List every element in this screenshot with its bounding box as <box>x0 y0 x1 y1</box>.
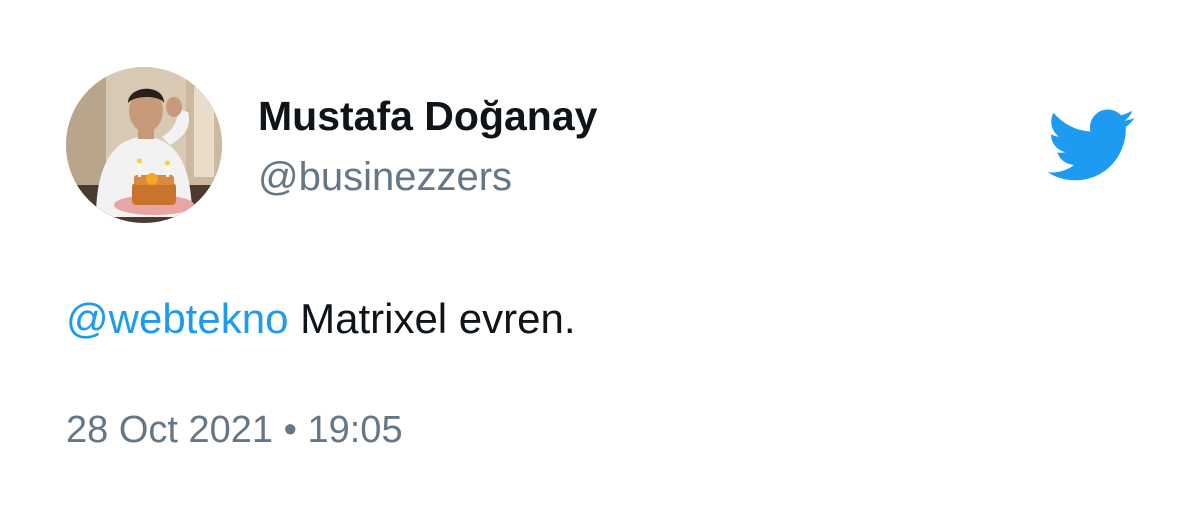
tweet-text: @webtekno Matrixel evren. <box>66 293 576 345</box>
avatar[interactable] <box>66 67 222 223</box>
tweet-date: 28 Oct 2021 <box>66 409 274 451</box>
author-display-name[interactable]: Mustafa Doğanay <box>258 92 597 140</box>
author-username[interactable]: @businezzers <box>258 153 512 201</box>
avatar-photo <box>66 67 222 223</box>
timestamp-separator: • <box>283 409 297 451</box>
tweet-timestamp[interactable]: 28 Oct 2021 • 19:05 <box>66 406 403 454</box>
tweet-card: Mustafa Doğanay @businezzers @webtekno M… <box>0 0 1200 518</box>
tweet-time: 19:05 <box>307 409 403 451</box>
twitter-bird-icon[interactable] <box>1044 106 1136 182</box>
twitter-bird-svg <box>1047 109 1135 181</box>
mention-link[interactable]: @webtekno <box>66 295 288 342</box>
tweet-body: Matrixel evren. <box>288 295 576 342</box>
